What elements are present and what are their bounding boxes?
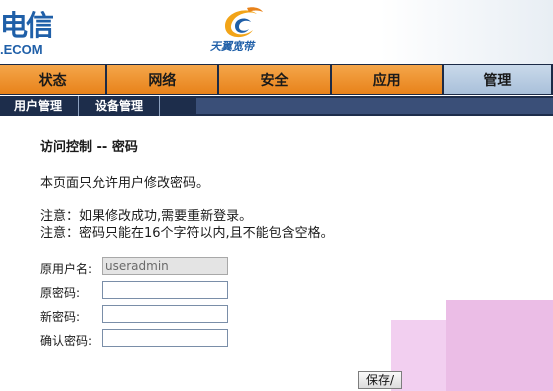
tab-status[interactable]: 状态 — [0, 65, 106, 94]
subnav-item-device-management[interactable]: 设备管理 — [79, 96, 161, 116]
product-name: 天翼宽带 — [210, 40, 254, 53]
brand-name-cn: 电信 — [0, 9, 54, 42]
header: 电信 .ECOM 天翼宽带 — [0, 0, 553, 64]
tab-network[interactable]: 网络 — [107, 65, 218, 94]
page-title: 访问控制 -- 密码 — [40, 140, 138, 155]
confirm-password-label: 确认密码: — [40, 334, 93, 348]
subnav-filler — [196, 98, 553, 114]
note-password-rule: 注意：密码只能在16个字符以内,且不能包含空格。 — [40, 226, 334, 241]
watermark-overlay-dark — [446, 300, 553, 391]
tab-security[interactable]: 安全 — [219, 65, 330, 94]
save-button[interactable]: 保存/ — [358, 371, 402, 389]
tab-application[interactable]: 应用 — [331, 65, 442, 94]
new-password-label: 新密码: — [40, 310, 81, 324]
page-description: 本页面只允许用户修改密码。 — [40, 176, 210, 191]
new-password-field[interactable] — [102, 305, 228, 323]
old-password-label: 原密码: — [40, 286, 81, 300]
subnav-item-user-management[interactable]: 用户管理 — [0, 96, 80, 116]
tab-management[interactable]: 管理 — [443, 65, 551, 94]
header-decoration — [380, 0, 553, 64]
old-password-field[interactable] — [102, 281, 228, 299]
username-field[interactable] — [102, 257, 228, 275]
confirm-password-field[interactable] — [102, 329, 228, 347]
main-nav: 状态 网络 安全 应用 管理 — [0, 64, 553, 95]
username-label: 原用户名: — [40, 262, 93, 276]
brand-name-en: .ECOM — [0, 42, 43, 57]
